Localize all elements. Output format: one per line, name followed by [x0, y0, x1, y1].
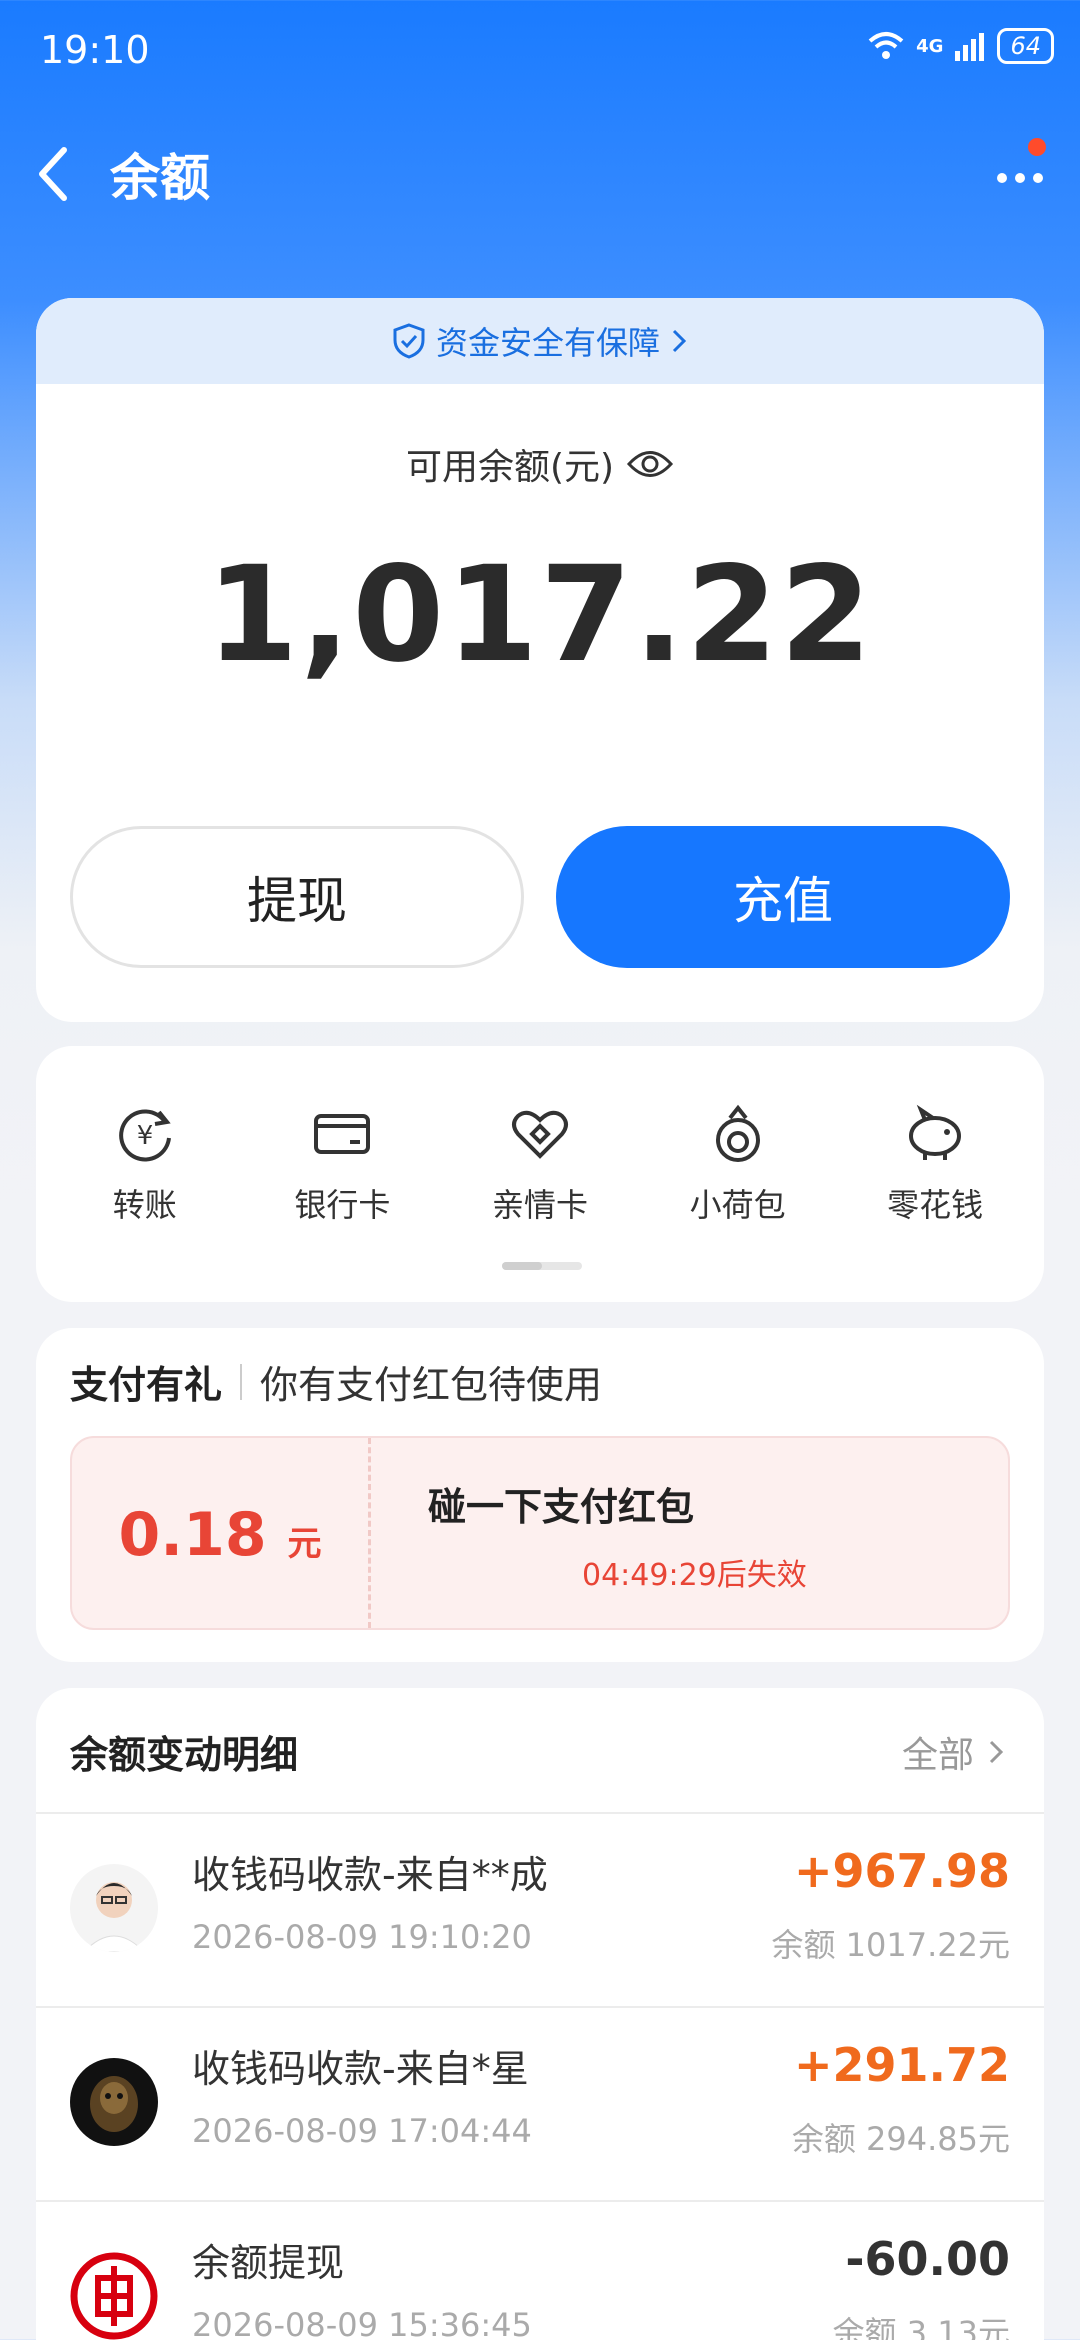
- balance-details-card: 余额变动明细 全部 收钱码收款-来自**成 2026-08-09 19:10:2…: [36, 1688, 1044, 2340]
- avatar: [70, 2058, 158, 2146]
- transaction-time: 2026-08-09 19:10:20: [192, 1918, 532, 1956]
- transaction-balance: 余额 1017.22元: [771, 1926, 1010, 1964]
- page-title: 余额: [110, 149, 210, 207]
- recharge-button[interactable]: 充值: [556, 826, 1010, 968]
- coupon-expire: 04:49:29后失效: [582, 1558, 807, 1593]
- payment-gift-card: 支付有礼 你有支付红包待使用 0.18 元 碰一下支付红包 04:49:29后失…: [36, 1328, 1044, 1662]
- transaction-balance: 余额 294.85元: [791, 2120, 1010, 2158]
- transaction-title: 收钱码收款-来自*星: [192, 2047, 529, 2091]
- transaction-amount: +967.98: [793, 1844, 1010, 1898]
- signal-icon: [955, 33, 985, 61]
- transaction-row[interactable]: 收钱码收款-来自*星 2026-08-09 17:04:44 +291.72 余…: [36, 2008, 1044, 2202]
- transaction-title: 收钱码收款-来自**成: [192, 1853, 548, 1897]
- transfer-icon: ¥: [118, 1109, 171, 1162]
- coupon[interactable]: 0.18 元 碰一下支付红包 04:49:29后失效: [70, 1436, 1010, 1630]
- transaction-amount: -60.00: [845, 2232, 1010, 2286]
- status-time: 19:10: [40, 28, 150, 72]
- page-indicator: [502, 1262, 582, 1270]
- withdraw-button[interactable]: 提现: [70, 826, 524, 968]
- battery-indicator: 64: [997, 28, 1054, 64]
- svg-text:¥: ¥: [137, 1121, 154, 1151]
- available-balance-label: 可用余额(元): [36, 438, 1044, 490]
- details-header: 余额变动明细 全部: [36, 1688, 1044, 1814]
- back-button[interactable]: [34, 144, 84, 204]
- transaction-amount: +291.72: [793, 2038, 1010, 2092]
- shortcut-family-card[interactable]: 亲情卡: [450, 1102, 630, 1226]
- shortcut-label: 银行卡: [294, 1186, 391, 1224]
- transaction-time: 2026-08-09 15:36:45: [192, 2306, 532, 2340]
- shortcut-label: 亲情卡: [491, 1186, 588, 1224]
- status-icons: 4G 64: [866, 28, 1054, 64]
- shortcut-bank-card[interactable]: 银行卡: [252, 1102, 432, 1226]
- gift-subtitle: 你有支付红包待使用: [260, 1363, 603, 1407]
- view-all-button[interactable]: 全部: [902, 1726, 1004, 1778]
- coupon-unit: 元: [287, 1524, 322, 1564]
- transaction-title: 余额提现: [192, 2241, 345, 2285]
- shortcut-piggy-bank[interactable]: 零花钱: [845, 1102, 1025, 1226]
- coupon-amount: 0.18: [118, 1500, 267, 1570]
- piggy-bank-icon: [909, 1104, 962, 1160]
- shortcuts-card: ¥ 转账 银行卡 亲情卡 小荷包 零花钱: [36, 1046, 1044, 1302]
- transaction-balance: 余额 3.13元: [832, 2314, 1010, 2340]
- safety-label: 资金安全有保障: [435, 324, 660, 362]
- eye-icon[interactable]: [626, 447, 674, 481]
- pouch-icon: [715, 1104, 760, 1162]
- avatar: [70, 1864, 158, 1952]
- chevron-right-icon: [989, 1740, 1004, 1764]
- transaction-row[interactable]: 收钱码收款-来自**成 2026-08-09 19:10:20 +967.98 …: [36, 1814, 1044, 2008]
- view-all-label: 全部: [901, 1735, 974, 1776]
- wifi-icon: [868, 32, 904, 59]
- balance-label-text: 可用余额(元): [405, 447, 615, 488]
- shield-icon: [393, 323, 425, 359]
- shortcut-label: 零花钱: [887, 1186, 984, 1224]
- shortcut-label: 转账: [112, 1186, 177, 1224]
- family-card-icon: [511, 1110, 568, 1159]
- coupon-title: 碰一下支付红包: [428, 1485, 695, 1529]
- chevron-right-icon: [672, 329, 687, 353]
- coupon-divider: [368, 1438, 371, 1628]
- network-type: 4G: [916, 35, 944, 57]
- gift-title: 支付有礼: [70, 1363, 223, 1407]
- safety-banner[interactable]: 资金安全有保障: [36, 298, 1044, 384]
- balance-card: 资金安全有保障 可用余额(元) 1,017.22 提现 充值: [36, 298, 1044, 1022]
- status-bar: 19:10 4G 64: [0, 0, 1080, 100]
- shortcut-transfer[interactable]: ¥ 转账: [55, 1102, 235, 1226]
- coupon-value: 0.18 元: [72, 1500, 368, 1570]
- transaction-time: 2026-08-09 17:04:44: [192, 2112, 532, 2150]
- bank-logo-icon: [70, 2252, 158, 2340]
- gift-header: 支付有礼 你有支付红包待使用: [70, 1354, 602, 1409]
- nav-bar: 余额: [0, 130, 1080, 210]
- balance-amount: 1,017.22: [206, 538, 874, 692]
- transaction-row[interactable]: 余额提现 2026-08-09 15:36:45 -60.00 余额 3.13元: [36, 2202, 1044, 2340]
- bank-card-icon: [314, 1114, 371, 1154]
- shortcut-pouch[interactable]: 小荷包: [648, 1102, 828, 1226]
- details-title: 余额变动明细: [70, 1733, 299, 1777]
- chevron-left-icon: [39, 147, 67, 201]
- notification-dot: [1028, 138, 1046, 156]
- divider: [240, 1363, 243, 1400]
- shortcut-label: 小荷包: [689, 1186, 786, 1224]
